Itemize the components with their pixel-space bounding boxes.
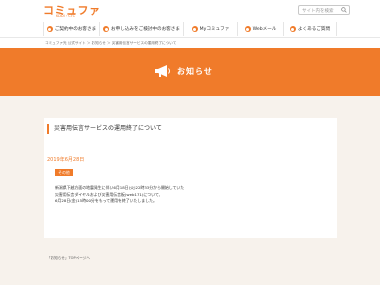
article-date: 2019年6月28日 [47, 157, 85, 163]
article-title: 災害用伝言サービスの運用終了について [47, 124, 162, 134]
body-line: 6月28日(金)15時00分をもって運用を終了いたしました。 [55, 198, 157, 203]
nav-item-contract-customers[interactable]: ご契約中のお客さま [43, 22, 99, 36]
person-icon [46, 26, 53, 32]
megaphone-icon [155, 65, 170, 77]
nav-divider [0, 37, 380, 38]
category-badge: その他 [55, 169, 73, 176]
cart-icon [103, 26, 110, 32]
heart-icon [191, 26, 198, 32]
mail-icon [244, 26, 251, 32]
nav-label: ご契約中のお客さま [54, 27, 97, 32]
search-box[interactable]: サイト内を検索 [298, 5, 350, 15]
back-to-news-link[interactable]: 「お知らせ」TOPページへ [47, 256, 90, 261]
page-hero: お知らせ [0, 48, 380, 96]
main-nav: ご契約中のお客さま お申し込みをご検討中のお客さま Myコミュファ Webメール… [43, 22, 337, 36]
article-body: 新潟県下越方面の地震発生に伴い6月18日(火)22時33分から開始していた 災害… [55, 185, 295, 205]
nav-label: Myコミュファ [199, 27, 230, 32]
search-icon[interactable] [341, 7, 347, 13]
nav-item-faq[interactable]: よくあるご質問 [283, 22, 337, 36]
nav-label: Webメール [252, 27, 277, 32]
page-title: お知らせ [177, 66, 213, 76]
question-icon [289, 26, 296, 32]
nav-item-webmail[interactable]: Webメール [237, 22, 283, 36]
nav-label: お申し込みをご検討中のお客さま [111, 27, 180, 32]
search-placeholder: サイト内を検索 [302, 8, 334, 14]
nav-label: よくあるご質問 [297, 27, 331, 32]
breadcrumb[interactable]: コミュファ光 公式サイト ＞ お知らせ ＞ 災害用伝言サービスの運用終了について [45, 41, 176, 46]
article-card [44, 118, 337, 238]
header: コミュファ KDDI・CTC サイト内を検索 [0, 0, 380, 20]
nav-item-my-commufa[interactable]: Myコミュファ [183, 22, 237, 36]
nav-item-prospective-customers[interactable]: お申し込みをご検討中のお客さま [99, 22, 183, 36]
logo-subtext: KDDI・CTC [56, 14, 76, 18]
